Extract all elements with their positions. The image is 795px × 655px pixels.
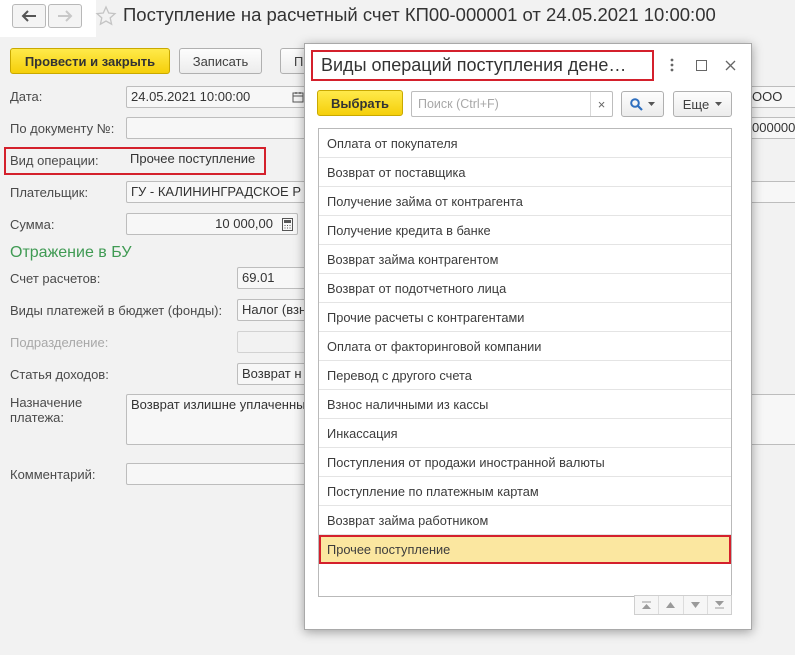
payer-label: Плательщик: [10,185,89,200]
organization-value: ООО [752,89,783,104]
dialog-title: Виды операций поступления дене… [311,50,654,81]
list-item[interactable]: Перевод с другого счета [319,361,731,390]
payer-value: ГУ - КАЛИНИНГРАДСКОЕ Р [131,184,302,199]
search-icon [630,97,643,111]
clear-search-icon[interactable]: × [590,92,612,116]
search-input[interactable]: Поиск (Ctrl+F) × [411,91,613,117]
close-icon[interactable] [721,56,739,74]
list-item[interactable]: Возврат займа работником [319,506,731,535]
operation-highlight-frame [4,147,266,175]
scroll-down-button[interactable] [683,596,708,614]
save-button[interactable]: Записать [179,48,262,74]
list-item[interactable]: Получение займа от контрагента [319,187,731,216]
arrow-left-icon [21,10,36,22]
income-label: Статья доходов: [10,367,109,382]
more-actions-icon[interactable] [663,56,681,74]
search-placeholder: Поиск (Ctrl+F) [418,97,499,111]
division-label: Подразделение: [10,335,109,350]
purpose-label-line2: платежа: [10,410,64,425]
forward-button[interactable] [48,4,82,28]
list-item[interactable]: Прочие расчеты с контрагентами [319,303,731,332]
organization-field[interactable]: ООО [748,86,795,108]
income-value: Возврат н [242,366,302,381]
scroll-up-button[interactable] [659,596,684,614]
list-item[interactable]: Возврат от подотчетного лица [319,274,731,303]
arrow-right-icon [58,10,73,22]
chevron-down-icon [715,102,723,106]
date-label: Дата: [10,89,43,104]
document-title: Поступление на расчетный счет КП00-00000… [123,4,716,25]
list-item[interactable]: Поступления от продажи иностранной валют… [319,448,731,477]
sum-value: 10 000,00 [215,216,273,231]
scroll-down-icon [690,602,700,608]
nav-group [0,0,96,37]
post-and-close-button[interactable]: Провести и закрыть [10,48,170,74]
incoming-number-value: 0000000 [752,120,795,135]
list-item[interactable]: Возврат займа контрагентом [319,245,731,274]
sum-label: Сумма: [10,217,55,232]
favorite-star-icon[interactable] [95,5,117,27]
list-item[interactable]: Поступление по платежным картам [319,477,731,506]
list-item[interactable]: Возврат от поставщика [319,158,731,187]
bu-section-title: Отражение в БУ [10,244,132,261]
select-button[interactable]: Выбрать [317,90,403,116]
scroll-bottom-icon [714,601,724,609]
comment-label: Комментарий: [10,467,96,482]
comment-field[interactable] [126,463,316,485]
more-button-label: Еще [682,96,710,112]
list-item[interactable]: Оплата от факторинговой компании [319,332,731,361]
right-textarea[interactable] [748,394,795,445]
operation-types-dialog: Виды операций поступления дене… Выбрать … [304,43,752,630]
budget-value: Налог (взн [242,302,307,317]
back-button[interactable] [12,4,46,28]
date-value: 24.05.2021 10:00:00 [131,89,251,104]
chevron-down-icon [648,102,655,106]
scroll-up-icon [666,602,676,608]
list-item-selected[interactable]: Прочее поступление [319,535,731,564]
date-field[interactable]: 24.05.2021 10:00:00 [126,86,306,108]
contract-field[interactable] [748,181,795,203]
incoming-number-field[interactable]: 0000000 [748,117,795,139]
account-label: Счет расчетов: [10,271,101,286]
search-options-button[interactable] [621,91,664,117]
list-item[interactable]: Взнос наличными из кассы [319,390,731,419]
calculator-icon[interactable] [278,215,296,233]
list-scroll-buttons [634,595,732,615]
list-item[interactable]: Получение кредита в банке [319,216,731,245]
operation-types-list: Оплата от покупателя Возврат от поставщик… [318,128,732,597]
docnum-field[interactable] [126,117,306,139]
purpose-label-line1: Назначение [10,395,83,410]
maximize-icon[interactable] [692,56,710,74]
account-value: 69.01 [242,270,275,285]
more-button[interactable]: Еще [673,91,732,117]
docnum-label: По документу №: [10,121,115,136]
list-item[interactable]: Инкассация [319,419,731,448]
payer-field[interactable]: ГУ - КАЛИНИНГРАДСКОЕ Р [126,181,306,203]
scroll-bottom-button[interactable] [707,596,731,614]
list-item[interactable]: Оплата от покупателя [319,129,731,158]
sum-field[interactable]: 10 000,00 [126,213,298,235]
budget-label: Виды платежей в бюджет (фонды): [10,303,223,318]
purpose-textarea[interactable]: Возврат излишне уплаченны [126,394,316,445]
scroll-top-icon [642,601,652,609]
scroll-top-button[interactable] [635,596,660,614]
purpose-value: Возврат излишне уплаченны [131,397,306,412]
